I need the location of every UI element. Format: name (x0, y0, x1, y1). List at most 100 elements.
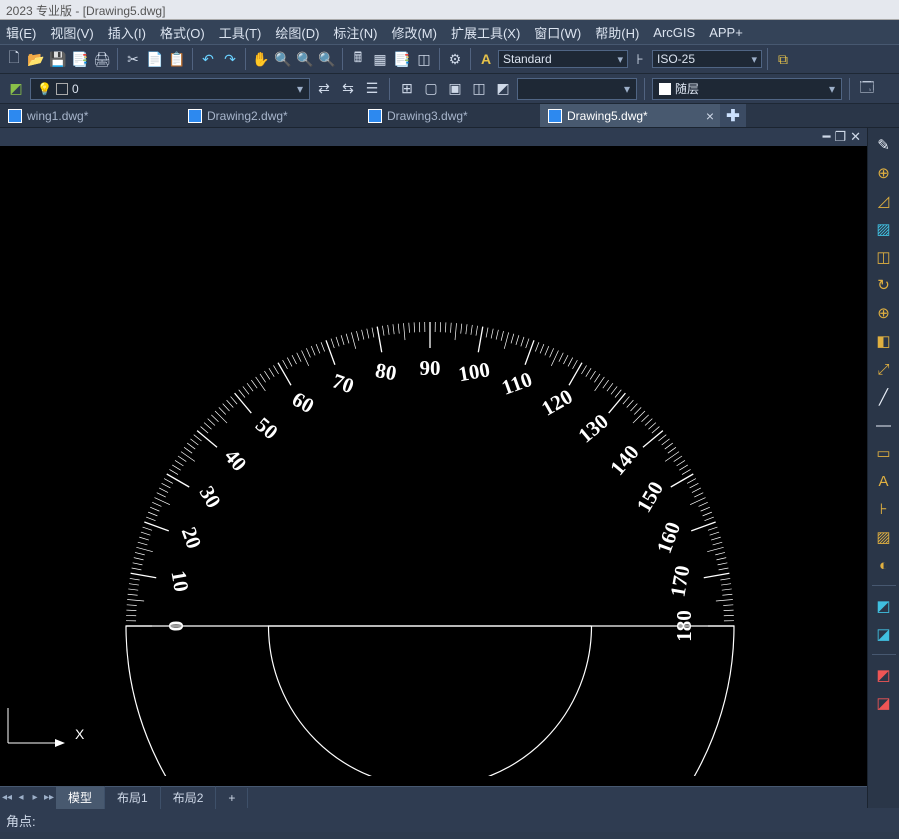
command-line[interactable]: 角点: (0, 808, 899, 832)
text-tool-icon[interactable]: A (873, 470, 895, 492)
tab-layout1[interactable]: 布局1 (105, 786, 161, 809)
close-tab-icon[interactable]: × (706, 108, 714, 124)
menu-ext[interactable]: 扩展工具(X) (451, 23, 520, 42)
menu-help[interactable]: 帮助(H) (595, 23, 639, 42)
layout-tabs: ◂◂ ◂ ▸ ▸▸ 模型 布局1 布局2 + (0, 786, 867, 808)
menu-edit[interactable]: 辑(E) (6, 23, 36, 42)
separator (872, 654, 896, 655)
pan-icon[interactable]: ✋ (251, 49, 271, 69)
purge-1-icon[interactable]: ◩ (873, 664, 895, 686)
open-icon[interactable]: 📂 (26, 49, 46, 69)
group-2-icon[interactable]: ▢ (421, 79, 441, 99)
toggle-icon[interactable]: ⧉ (773, 49, 793, 69)
tab-model[interactable]: 模型 (56, 786, 105, 809)
tab-layout2[interactable]: 布局2 (161, 786, 217, 809)
menu-insert[interactable]: 插入(I) (108, 23, 146, 42)
pencil-edit-icon[interactable]: ✎ (873, 134, 895, 156)
group-1-icon[interactable]: ⊞ (397, 79, 417, 99)
separator (644, 78, 645, 100)
zoom-icon[interactable]: 🔍 (273, 49, 293, 69)
cut-icon[interactable]: ✂ (123, 49, 143, 69)
layer-icon[interactable]: 📑 (70, 49, 90, 69)
dim-style-dropdown[interactable]: ISO-25 (652, 50, 762, 68)
gradient-icon[interactable]: ◐ (873, 554, 895, 576)
props-icon[interactable]: 🗔 (857, 79, 877, 99)
block-tool-icon[interactable]: ◫ (873, 246, 895, 268)
copy-icon[interactable]: 📄 (145, 49, 165, 69)
tab-nav-prev-icon[interactable]: ◂ (14, 788, 28, 808)
tab-drawing1[interactable]: wing1.dwg* (0, 104, 180, 127)
add-object-icon[interactable]: ⊕ (873, 162, 895, 184)
dimstyle-icon[interactable]: ⊦ (630, 49, 650, 69)
rotate-tool-icon[interactable]: ↻ (873, 274, 895, 296)
block-icon[interactable]: ◫ (414, 49, 434, 69)
menu-app[interactable]: APP+ (709, 25, 743, 40)
calc-icon[interactable]: 🖩 (348, 49, 368, 69)
polyline-tool-icon[interactable]: ⎯⎯ (873, 414, 895, 436)
hatch-tool-icon[interactable]: ▨ (873, 218, 895, 240)
tab-nav-next-icon[interactable]: ▸ (28, 788, 42, 808)
rect-tool-icon[interactable]: ▭ (873, 442, 895, 464)
menu-view[interactable]: 视图(V) (50, 23, 93, 42)
tab-layout-add[interactable]: + (216, 788, 248, 808)
group-4-icon[interactable]: ◫ (469, 79, 489, 99)
zoom-ext-icon[interactable]: 🔍 (295, 49, 315, 69)
swatch-icon (659, 83, 671, 95)
line-tool-icon[interactable]: ╱ (873, 386, 895, 408)
hatch-fill-icon[interactable]: ▨ (873, 526, 895, 548)
textstyle-icon[interactable]: A (476, 49, 496, 69)
doc-minimize-icon[interactable]: ━ (823, 129, 831, 145)
linetype-dropdown[interactable]: 随层 (652, 78, 842, 100)
layer-state-1-icon[interactable]: ◩ (873, 595, 895, 617)
menu-dim[interactable]: 标注(N) (333, 23, 377, 42)
menu-arcgis[interactable]: ArcGIS (653, 25, 695, 40)
protractor-drawing: 0102030405060708090100110120130140150160… (0, 146, 850, 776)
menu-window[interactable]: 窗口(W) (534, 23, 581, 42)
svg-text:180: 180 (672, 610, 696, 642)
sheet-icon[interactable]: 📑 (392, 49, 412, 69)
color-dropdown[interactable] (517, 78, 637, 100)
group-5-icon[interactable]: ◩ (493, 79, 513, 99)
group-3-icon[interactable]: ▣ (445, 79, 465, 99)
gear-icon[interactable]: ⚙ (445, 49, 465, 69)
layer-tool-1-icon[interactable]: ⇄ (314, 79, 334, 99)
tab-nav-last-icon[interactable]: ▸▸ (42, 788, 56, 808)
angle-tool-icon[interactable]: ◿ (873, 190, 895, 212)
dim-tool-icon[interactable]: ⊦ (873, 498, 895, 520)
print-icon[interactable]: 🖨 (92, 49, 112, 69)
layer-tool-3-icon[interactable]: ☰ (362, 79, 382, 99)
purge-2-icon[interactable]: ◪ (873, 692, 895, 714)
new-tab-button[interactable]: ✚ (720, 104, 746, 127)
svg-text:30: 30 (195, 482, 226, 512)
doc-close-icon[interactable]: ✕ (850, 129, 861, 145)
save-icon[interactable]: 💾 (48, 49, 68, 69)
zoom-win-icon[interactable]: 🔍 (317, 49, 337, 69)
paste-icon[interactable]: 📋 (167, 49, 187, 69)
menu-modify[interactable]: 修改(M) (391, 23, 437, 42)
layer-tool-2-icon[interactable]: ⇆ (338, 79, 358, 99)
table-icon[interactable]: ▦ (370, 49, 390, 69)
scale-tool-icon[interactable]: ⤢ (873, 358, 895, 380)
dim-style-value: ISO-25 (657, 52, 695, 66)
layer-panel-icon[interactable]: ◩ (6, 79, 26, 99)
tab-drawing2[interactable]: Drawing2.dwg* (180, 104, 360, 127)
tab-drawing3[interactable]: Drawing3.dwg* (360, 104, 540, 127)
tab-nav-first-icon[interactable]: ◂◂ (0, 788, 14, 808)
menu-format[interactable]: 格式(O) (160, 23, 205, 42)
move-tool-icon[interactable]: ⊕ (873, 302, 895, 324)
text-style-dropdown[interactable]: Standard (498, 50, 628, 68)
menu-tools[interactable]: 工具(T) (219, 23, 262, 42)
drawing-canvas[interactable]: 0102030405060708090100110120130140150160… (0, 146, 867, 786)
current-layer-dropdown[interactable]: 💡 0 (30, 78, 310, 100)
menu-draw[interactable]: 绘图(D) (275, 23, 319, 42)
undo-icon[interactable]: ↶ (198, 49, 218, 69)
coord-axis: X (0, 703, 90, 756)
palette-tool-icon[interactable]: ◧ (873, 330, 895, 352)
new-icon[interactable]: 🗋 (4, 49, 24, 69)
doc-restore-icon[interactable]: ❐ (834, 129, 846, 145)
separator (439, 48, 440, 70)
layer-state-2-icon[interactable]: ◪ (873, 623, 895, 645)
axis-x-label: X (75, 726, 84, 742)
tab-drawing5[interactable]: Drawing5.dwg* × (540, 104, 720, 127)
redo-icon[interactable]: ↷ (220, 49, 240, 69)
